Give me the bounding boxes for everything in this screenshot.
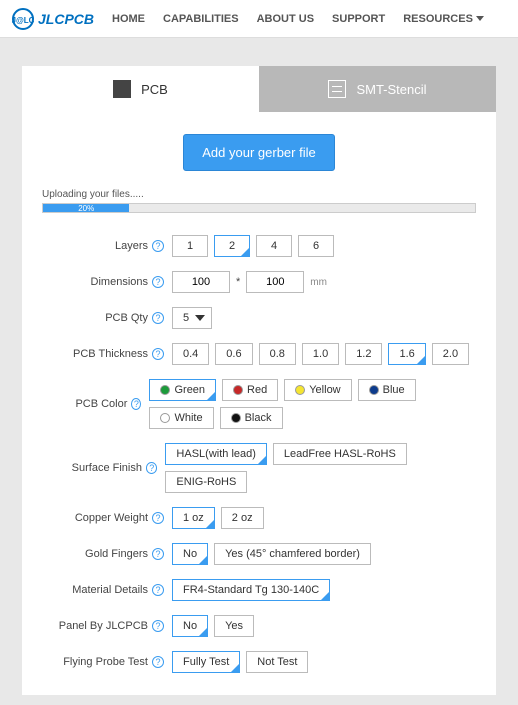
gold-fingers-option[interactable]: No [172, 543, 208, 565]
color-option-red[interactable]: Red [222, 379, 278, 401]
panel-by-option[interactable]: Yes [214, 615, 254, 637]
layers-options: 1 2 4 6 [172, 235, 334, 257]
tab-stencil-label: SMT-Stencil [356, 82, 426, 97]
color-swatch-icon [295, 385, 305, 395]
logo[interactable]: J@LC JLCPCB [12, 8, 94, 30]
color-swatch-icon [160, 385, 170, 395]
color-option-label: Green [174, 384, 205, 396]
color-swatch-icon [231, 413, 241, 423]
dimensions-height-input[interactable] [246, 271, 304, 293]
color-label: PCB Color [42, 398, 131, 410]
help-icon[interactable]: ? [152, 548, 164, 560]
material-details-label: Material Details [42, 584, 152, 596]
tabs: PCB SMT-Stencil [22, 66, 496, 112]
layers-option-6[interactable]: 6 [298, 235, 334, 257]
gold-fingers-label: Gold Fingers [42, 548, 152, 560]
color-option-label: Black [245, 412, 272, 424]
help-icon[interactable]: ? [152, 240, 164, 252]
chevron-down-icon [476, 16, 484, 21]
nav-resources-label: RESOURCES [403, 13, 473, 25]
color-option-label: Blue [383, 384, 405, 396]
help-icon[interactable]: ? [152, 312, 164, 324]
pcb-qty-select[interactable]: 5 [172, 307, 212, 329]
color-option-black[interactable]: Black [220, 407, 283, 429]
copper-weight-option[interactable]: 2 oz [221, 507, 264, 529]
pcb-qty-value: 5 [183, 312, 189, 324]
flying-probe-label: Flying Probe Test [42, 656, 152, 668]
dimensions-unit: mm [310, 277, 327, 288]
nav-support[interactable]: SUPPORT [332, 13, 385, 25]
help-icon[interactable]: ? [152, 348, 164, 360]
nav-capabilities[interactable]: CAPABILITIES [163, 13, 239, 25]
color-option-yellow[interactable]: Yellow [284, 379, 351, 401]
layers-option-4[interactable]: 4 [256, 235, 292, 257]
color-option-white[interactable]: White [149, 407, 213, 429]
panel: Add your gerber file Uploading your file… [22, 112, 496, 695]
pcb-qty-label: PCB Qty [42, 312, 152, 324]
color-option-green[interactable]: Green [149, 379, 216, 401]
upload-progress-fill: 20% [43, 204, 129, 212]
thickness-option[interactable]: 1.0 [302, 343, 339, 365]
dimensions-width-input[interactable] [172, 271, 230, 293]
material-details-option[interactable]: FR4-Standard Tg 130-140C [172, 579, 330, 601]
surface-finish-label: Surface Finish [42, 462, 146, 474]
upload-progress-bar: 20% [42, 203, 476, 213]
nav: HOME CAPABILITIES ABOUT US SUPPORT RESOU… [112, 13, 484, 25]
color-option-label: Red [247, 384, 267, 396]
dimensions-by: * [236, 276, 240, 288]
tab-pcb[interactable]: PCB [22, 66, 259, 112]
thickness-option[interactable]: 1.2 [345, 343, 382, 365]
nav-home[interactable]: HOME [112, 13, 145, 25]
color-swatch-icon [160, 413, 170, 423]
layers-option-1[interactable]: 1 [172, 235, 208, 257]
nav-about-us[interactable]: ABOUT US [257, 13, 314, 25]
logo-text: JLCPCB [38, 11, 94, 27]
dimensions-label: Dimensions [42, 276, 152, 288]
svg-text:J@LC: J@LC [12, 16, 34, 25]
tab-pcb-label: PCB [141, 82, 168, 97]
gold-fingers-option[interactable]: Yes (45° chamfered border) [214, 543, 371, 565]
color-options: Green Red Yellow Blue White Black [149, 379, 476, 429]
color-swatch-icon [369, 385, 379, 395]
panel-by-label: Panel By JLCPCB [42, 620, 152, 632]
copper-weight-option[interactable]: 1 oz [172, 507, 215, 529]
thickness-option[interactable]: 0.8 [259, 343, 296, 365]
thickness-option[interactable]: 0.6 [215, 343, 252, 365]
color-swatch-icon [233, 385, 243, 395]
upload-status-label: Uploading your files..... [42, 189, 476, 200]
thickness-option[interactable]: 0.4 [172, 343, 209, 365]
flying-probe-option[interactable]: Not Test [246, 651, 308, 673]
help-icon[interactable]: ? [152, 620, 164, 632]
chevron-down-icon [195, 315, 205, 321]
thickness-label: PCB Thickness [42, 348, 152, 360]
logo-icon: J@LC [12, 8, 34, 30]
help-icon[interactable]: ? [131, 398, 141, 410]
add-gerber-button[interactable]: Add your gerber file [183, 134, 334, 171]
help-icon[interactable]: ? [152, 656, 164, 668]
tab-smt-stencil[interactable]: SMT-Stencil [259, 66, 496, 112]
help-icon[interactable]: ? [152, 584, 164, 596]
nav-resources[interactable]: RESOURCES [403, 13, 484, 25]
thickness-option[interactable]: 2.0 [432, 343, 469, 365]
color-option-label: Yellow [309, 384, 340, 396]
flying-probe-option[interactable]: Fully Test [172, 651, 240, 673]
surface-finish-option[interactable]: ENIG-RoHS [165, 471, 247, 493]
thickness-option[interactable]: 1.6 [388, 343, 425, 365]
stencil-icon [328, 80, 346, 98]
header: J@LC JLCPCB HOME CAPABILITIES ABOUT US S… [0, 0, 518, 38]
surface-finish-option[interactable]: LeadFree HASL-RoHS [273, 443, 407, 465]
panel-by-option[interactable]: No [172, 615, 208, 637]
surface-finish-option[interactable]: HASL(with lead) [165, 443, 266, 465]
color-option-label: White [174, 412, 202, 424]
pcb-icon [113, 80, 131, 98]
help-icon[interactable]: ? [146, 462, 157, 474]
color-option-blue[interactable]: Blue [358, 379, 416, 401]
layers-label: Layers [42, 240, 152, 252]
layers-option-2[interactable]: 2 [214, 235, 250, 257]
copper-weight-label: Copper Weight [42, 512, 152, 524]
help-icon[interactable]: ? [152, 512, 164, 524]
help-icon[interactable]: ? [152, 276, 164, 288]
